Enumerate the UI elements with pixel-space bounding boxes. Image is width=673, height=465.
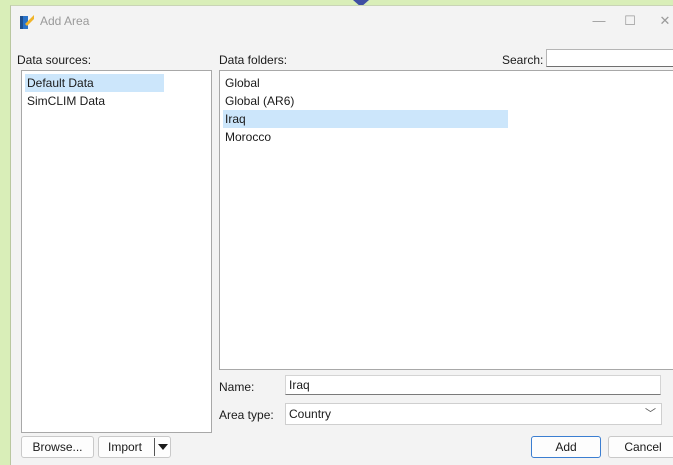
- add-button[interactable]: Add: [531, 436, 601, 458]
- minimize-button[interactable]: —: [587, 11, 611, 31]
- title-bar[interactable]: Add Area — ☐ ✕: [11, 6, 673, 36]
- cancel-button[interactable]: Cancel: [608, 436, 673, 458]
- name-input[interactable]: Iraq: [285, 375, 661, 395]
- list-item-default-data[interactable]: Default Data: [25, 74, 164, 92]
- chevron-down-icon: ﹀: [645, 408, 656, 420]
- data-folders-label: Data folders:: [219, 53, 288, 67]
- app-icon: [20, 15, 34, 29]
- area-type-select[interactable]: Country ﹀: [285, 403, 662, 425]
- window-title: Add Area: [40, 14, 90, 28]
- search-label: Search:: [502, 53, 544, 67]
- browse-button[interactable]: Browse...: [21, 436, 94, 458]
- data-folders-list[interactable]: Global Global (AR6) Iraq Morocco: [219, 70, 673, 370]
- data-sources-label: Data sources:: [17, 53, 92, 67]
- area-type-label: Area type:: [219, 408, 274, 422]
- folder-item-morocco[interactable]: Morocco: [223, 128, 271, 146]
- folder-item-global-ar6[interactable]: Global (AR6): [223, 92, 294, 110]
- search-input[interactable]: [546, 49, 673, 67]
- area-type-value: Country: [289, 407, 332, 421]
- folder-item-global[interactable]: Global: [223, 74, 260, 92]
- dropdown-arrow-icon[interactable]: [158, 444, 168, 450]
- add-area-dialog: Add Area — ☐ ✕ Data sources: Default Dat…: [10, 5, 673, 465]
- folder-item-iraq[interactable]: Iraq: [223, 110, 508, 128]
- list-item-simclim-data[interactable]: SimCLIM Data: [25, 92, 105, 110]
- name-label: Name:: [219, 380, 255, 394]
- data-sources-list[interactable]: Default Data SimCLIM Data: [21, 70, 212, 433]
- maximize-button[interactable]: ☐: [618, 11, 642, 31]
- import-button-label: Import: [108, 440, 143, 454]
- import-split-separator: [154, 438, 155, 456]
- close-button[interactable]: ✕: [653, 11, 673, 31]
